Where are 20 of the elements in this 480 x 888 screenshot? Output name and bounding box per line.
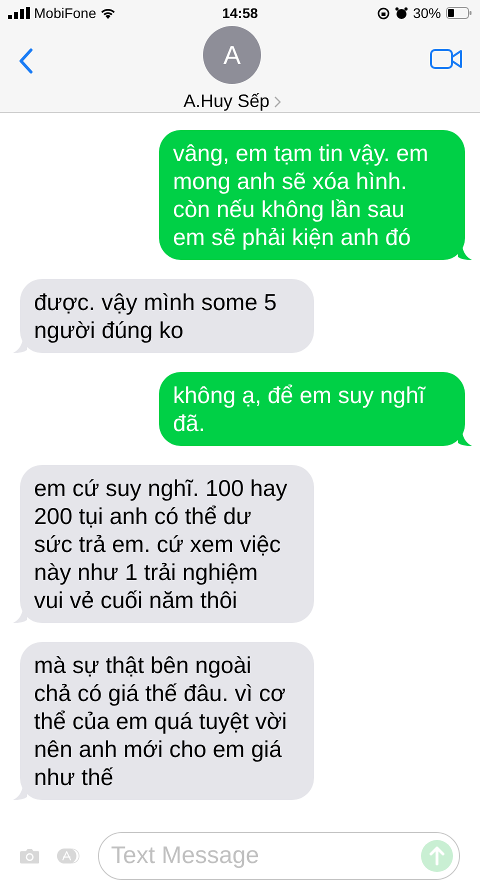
message-input[interactable]: Text Message <box>111 838 421 874</box>
received-message-bubble: em cứ suy nghĩ. 100 hay 200 tụi anh có thể dư sức trả em. cứ xem việc này như 1 trải nghiệm vui vẻ cuối năm thôi <box>20 465 314 623</box>
received-message-bubble: được. vậy mình some 5 người đúng ko <box>20 279 314 353</box>
sent-message-bubble: không ạ, để em suy nghĩ đã. <box>159 372 465 446</box>
carrier-name: MobiFone <box>34 4 96 22</box>
alarm-icon <box>394 6 408 20</box>
orientation-lock-icon <box>376 6 390 20</box>
sent-message-bubble: vâng, em tạm tin vậy. em mong anh sẽ xóa hình. còn nếu không lần sau em sẽ phải kiện anh đó <box>159 130 465 260</box>
wifi-icon <box>100 7 116 19</box>
chevron-icon <box>274 96 281 108</box>
video-call-icon[interactable] <box>430 48 462 70</box>
send-icon[interactable] <box>421 840 453 872</box>
battery-percent: 30% <box>412 4 441 22</box>
contact-name[interactable]: A.Huy Sếp <box>183 88 270 115</box>
battery-icon <box>446 7 472 19</box>
signal-icon <box>8 7 30 19</box>
clock-time: 14:58 <box>222 4 258 22</box>
received-message-bubble: mà sự thật bên ngoài chả có giá thế đâu. vì cơ thể của em quá tuyệt vời nên anh mới cho em giá như thế <box>20 642 314 800</box>
message-input-field[interactable]: Text Message <box>98 832 460 880</box>
back-icon[interactable] <box>18 48 34 74</box>
